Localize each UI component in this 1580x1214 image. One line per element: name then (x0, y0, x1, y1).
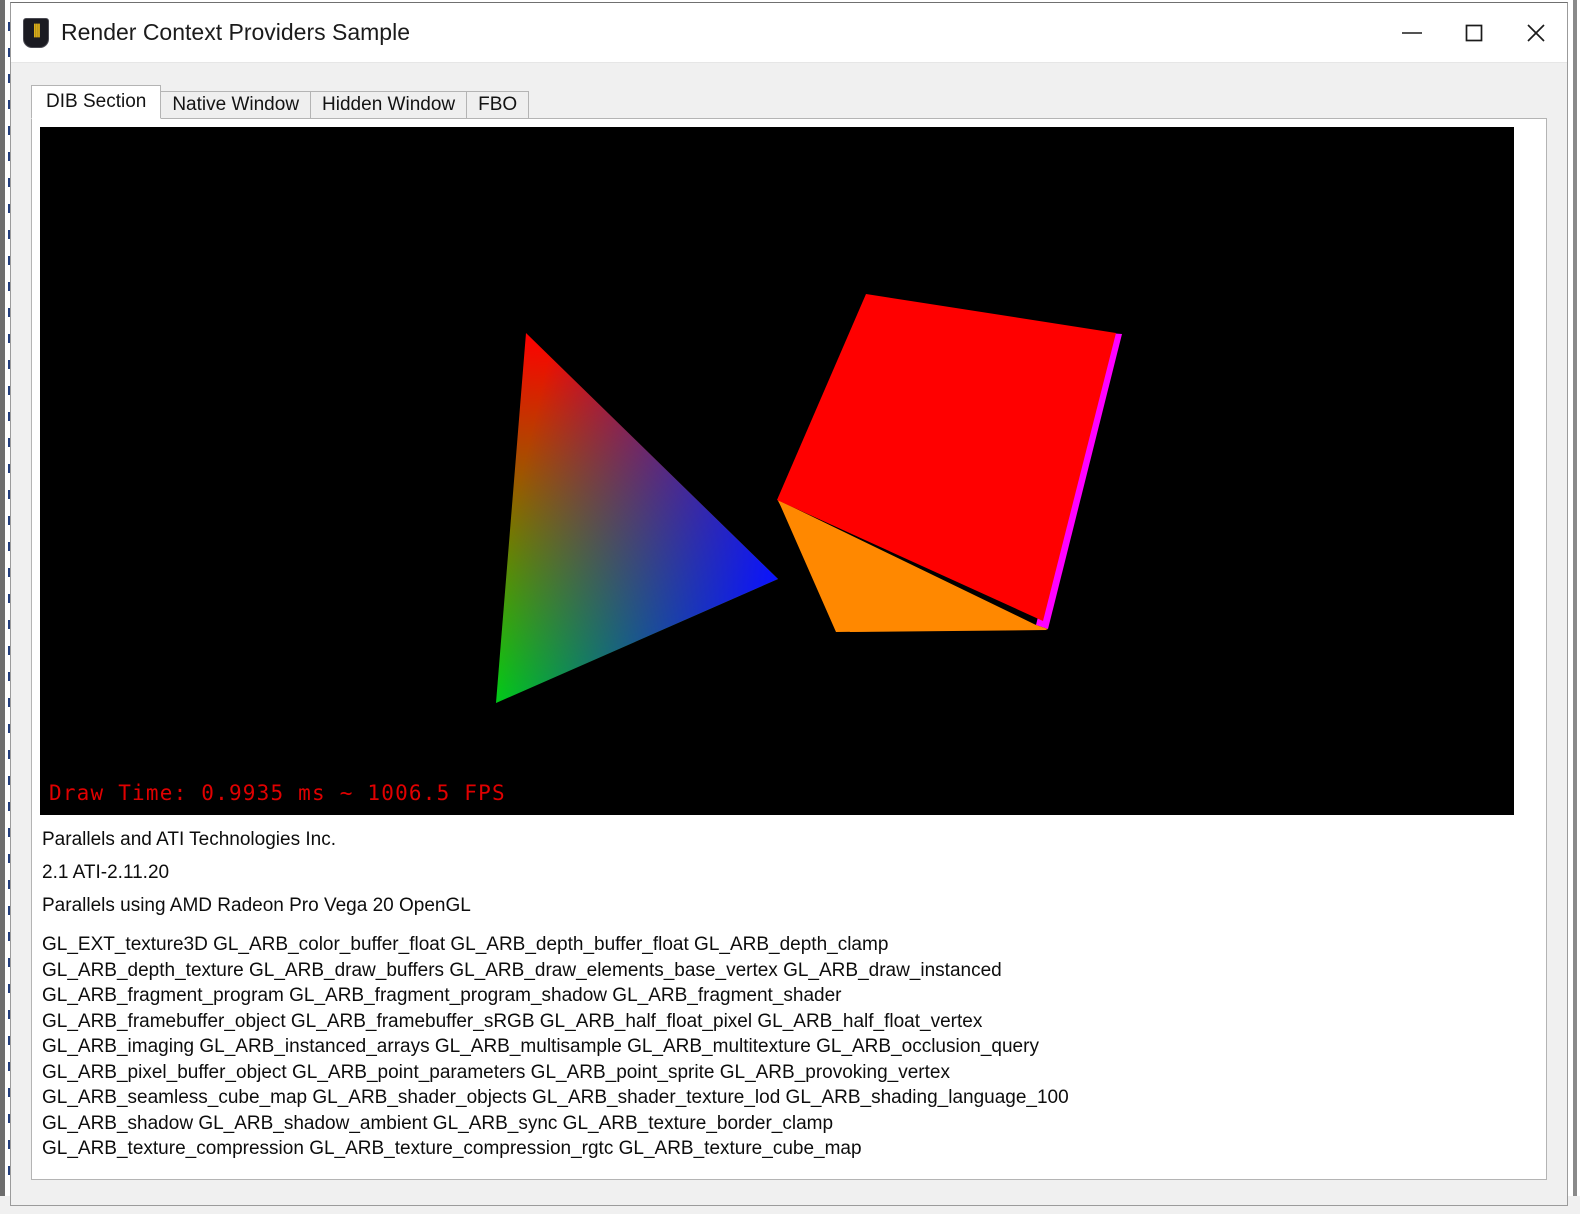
close-icon (1524, 21, 1548, 45)
gl-extensions-list: GL_EXT_texture3D GL_ARB_color_buffer_flo… (42, 932, 1536, 1162)
gl-renderer-line: Parallels using AMD Radeon Pro Vega 20 O… (42, 889, 1536, 922)
tab-native-window[interactable]: Native Window (160, 91, 311, 119)
backdrop-left-edge (0, 0, 5, 1214)
maximize-button[interactable] (1443, 3, 1505, 63)
gl-extension-line: GL_ARB_depth_texture GL_ARB_draw_buffers… (42, 958, 1536, 984)
close-button[interactable] (1505, 3, 1567, 63)
gl-extension-line: GL_ARB_framebuffer_object GL_ARB_framebu… (42, 1009, 1536, 1035)
tab-page-dib-section: Draw Time: 0.9935 ms ~ 1006.5 FPS Parall… (31, 118, 1547, 1180)
gl-info-block: Parallels and ATI Technologies Inc. 2.1 … (40, 815, 1538, 1162)
page-title: Render Context Providers Sample (61, 19, 410, 46)
tab-label: Native Window (172, 94, 299, 116)
gl-version-line: 2.1 ATI-2.11.20 (42, 856, 1536, 889)
gl-extension-line: GL_ARB_pixel_buffer_object GL_ARB_point_… (42, 1060, 1536, 1086)
minimize-icon (1401, 27, 1423, 39)
gl-extension-line: GL_EXT_texture3D GL_ARB_color_buffer_flo… (42, 932, 1536, 958)
window-client-area: DIB Section Native Window Hidden Window … (11, 63, 1567, 1205)
minimize-button[interactable] (1381, 3, 1443, 63)
tab-dib-section[interactable]: DIB Section (31, 85, 161, 119)
gl-vendor-line: Parallels and ATI Technologies Inc. (42, 823, 1536, 856)
gl-extension-line: GL_ARB_shadow GL_ARB_shadow_ambient GL_A… (42, 1111, 1536, 1137)
gl-scene (40, 127, 1514, 815)
tab-hidden-window[interactable]: Hidden Window (310, 91, 467, 119)
backdrop-right-edge (1573, 0, 1577, 1214)
tab-label: DIB Section (46, 91, 146, 113)
window-titlebar[interactable]: ⫴ Render Context Providers Sample (11, 3, 1567, 63)
gl-extension-line: GL_ARB_texture_compression GL_ARB_textur… (42, 1136, 1536, 1162)
shield-icon-glyph: ⫴ (23, 22, 49, 42)
shield-app-icon: ⫴ (23, 18, 49, 48)
tab-strip: DIB Section Native Window Hidden Window … (31, 85, 1547, 119)
gl-clear-color (40, 127, 1514, 815)
tab-label: FBO (478, 94, 517, 116)
draw-time-overlay: Draw Time: 0.9935 ms ~ 1006.5 FPS (49, 781, 506, 805)
caption-buttons (1381, 3, 1567, 63)
tab-fbo[interactable]: FBO (466, 91, 529, 119)
gl-render-surface[interactable]: Draw Time: 0.9935 ms ~ 1006.5 FPS (40, 127, 1514, 815)
maximize-icon (1463, 22, 1485, 44)
gl-extension-line: GL_ARB_seamless_cube_map GL_ARB_shader_o… (42, 1085, 1536, 1111)
gl-extension-line: GL_ARB_imaging GL_ARB_instanced_arrays G… (42, 1034, 1536, 1060)
tab-label: Hidden Window (322, 94, 455, 116)
app-window: ⫴ Render Context Providers Sample (10, 2, 1568, 1206)
gl-extension-line: GL_ARB_fragment_program GL_ARB_fragment_… (42, 983, 1536, 1009)
